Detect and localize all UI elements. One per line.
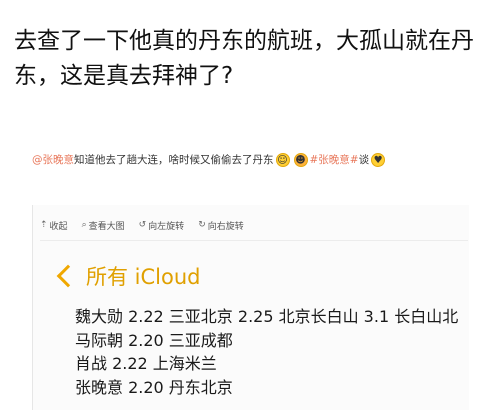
rotate-left-button[interactable]: ↺ 向左旋转 (139, 219, 185, 232)
chevron-left-icon (56, 264, 80, 288)
note-line: 马际朝 2.20 三亚成都 (75, 330, 233, 350)
rotate-right-icon: ↻ (198, 220, 206, 230)
grin-emoji-icon: ☻ (293, 153, 308, 167)
search-icon: ⌕ (81, 220, 87, 230)
collapse-icon: ⇡ (40, 220, 48, 230)
heart-eyes-emoji-icon: ♥ (371, 153, 386, 167)
rotate-left-icon: ↺ (138, 220, 147, 230)
view-large-button[interactable]: ⌕ 查看大图 (82, 219, 125, 232)
rotate-left-label: 向左旋转 (148, 221, 185, 232)
rotate-right-button[interactable]: ↻ 向右旋转 (198, 219, 244, 232)
caption-trail-text: 谈 (358, 154, 370, 166)
note-line: 魏大勋 2.22 三亚北京 2.25 北京长白山 3.1 长白山北 (75, 307, 459, 326)
hashtag-link[interactable]: #张晚意# (310, 152, 359, 168)
notes-list: 魏大勋 2.22 三亚北京 2.25 北京长白山 3.1 长白山北 马际朝 2.… (75, 305, 475, 399)
view-large-label: 查看大图 (88, 221, 125, 232)
back-to-icloud-button[interactable]: 所有 iCloud (56, 262, 201, 290)
post-headline: 去查了一下他真的丹东的航班，大孤山就在丹东，这是真去拜神了? (14, 28, 474, 89)
back-label: 所有 iCloud (86, 265, 201, 289)
user-mention-link[interactable]: @张晚意 (32, 152, 74, 168)
collapse-button[interactable]: ⇡ 收起 (40, 219, 68, 232)
caption-text: 知道他去了趟大连，啥时候又偷偷去了丹东 (74, 154, 274, 166)
rotate-right-label: 向右旋转 (207, 221, 244, 232)
toolbar-divider (40, 240, 468, 241)
smile-emoji-icon: ☺ (275, 153, 290, 167)
collapse-label: 收起 (49, 221, 68, 232)
note-line: 肖战 2.22 上海米兰 (75, 354, 217, 373)
note-line: 张晚意 2.20 丹东北京 (75, 377, 233, 397)
post-caption: @张晚意 知道他去了趟大连，啥时候又偷偷去了丹东 ☺ ☻ #张晚意# 谈 ♥ (32, 152, 477, 168)
image-toolbar: ⇡ 收起 ⌕ 查看大图 ↺ 向左旋转 ↻ 向右旋转 (40, 216, 340, 234)
